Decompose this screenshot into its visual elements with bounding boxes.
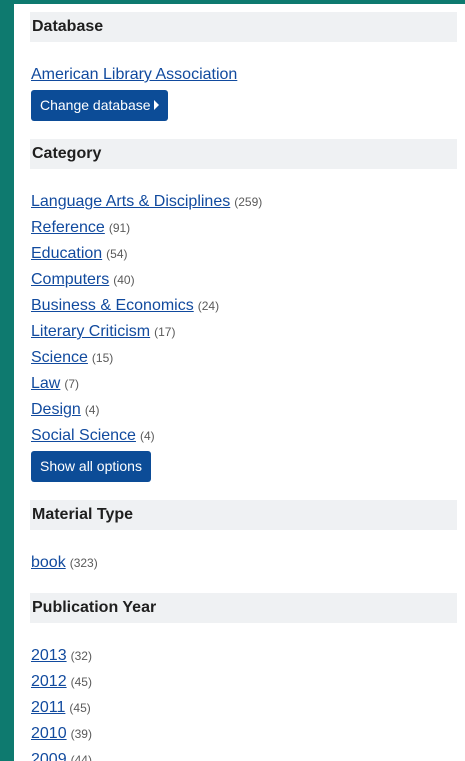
- category-count: (4): [139, 429, 155, 443]
- category-item: Computers (40): [31, 267, 465, 293]
- category-count: (24): [197, 299, 220, 313]
- publication-year-item: 2010 (39): [31, 721, 465, 747]
- facet-panel: Database American Library Association Ch…: [0, 0, 465, 761]
- category-link[interactable]: Design: [31, 401, 81, 418]
- material-type-list: book (323): [31, 550, 465, 576]
- show-all-options-button[interactable]: Show all options: [31, 451, 151, 482]
- category-link[interactable]: Science: [31, 349, 88, 366]
- material-type-count: (323): [69, 556, 98, 570]
- change-database-button[interactable]: Change database: [31, 90, 168, 121]
- publication-year-list: 2013 (32) 2012 (45) 2011 (45) 2010 (39) 2009…: [31, 643, 465, 761]
- publication-year-link[interactable]: 2011: [31, 699, 65, 716]
- category-count: (259): [234, 195, 263, 209]
- publication-year-link[interactable]: 2009: [31, 751, 67, 761]
- category-count: (54): [106, 247, 128, 261]
- publication-year-count: (45): [70, 675, 92, 689]
- category-count: (91): [108, 221, 131, 235]
- publication-year-heading: Publication Year: [30, 593, 457, 623]
- category-item: Social Science (4): [31, 423, 465, 449]
- category-item: Law (7): [31, 371, 465, 397]
- material-type-item: book (323): [31, 550, 465, 576]
- material-type-heading: Material Type: [30, 500, 457, 530]
- category-link[interactable]: Law: [31, 375, 60, 392]
- category-item: Literary Criticism (17): [31, 319, 465, 345]
- database-link[interactable]: American Library Association: [31, 66, 237, 83]
- category-link[interactable]: Literary Criticism: [31, 323, 150, 340]
- publication-year-link[interactable]: 2010: [31, 725, 67, 742]
- category-count: (4): [84, 403, 100, 417]
- category-link[interactable]: Business & Economics: [31, 297, 194, 314]
- category-item: Language Arts & Disciplines (259): [31, 189, 465, 215]
- category-link[interactable]: Education: [31, 245, 102, 262]
- material-type-link[interactable]: book: [31, 554, 66, 571]
- category-count: (7): [64, 377, 80, 391]
- category-count: (15): [91, 351, 114, 365]
- category-item: Business & Economics (24): [31, 293, 465, 319]
- publication-year-item: 2012 (45): [31, 669, 465, 695]
- publication-year-link[interactable]: 2013: [31, 647, 67, 664]
- category-item: Design (4): [31, 397, 465, 423]
- category-item: Science (15): [31, 345, 465, 371]
- category-link[interactable]: Social Science: [31, 427, 136, 444]
- caret-right-icon: [153, 100, 159, 110]
- category-item: Education (54): [31, 241, 465, 267]
- category-count: (17): [154, 325, 176, 339]
- publication-year-item: 2013 (32): [31, 643, 465, 669]
- publication-year-count: (32): [70, 649, 92, 663]
- category-link[interactable]: Computers: [31, 271, 109, 288]
- database-heading: Database: [30, 12, 457, 42]
- database-link-row: American Library Association: [31, 62, 465, 88]
- category-link[interactable]: Reference: [31, 219, 105, 236]
- publication-year-item: 2011 (45): [31, 695, 465, 721]
- publication-year-count: (45): [69, 701, 91, 715]
- category-item: Reference (91): [31, 215, 465, 241]
- publication-year-count: (44): [70, 753, 92, 761]
- publication-year-count: (39): [70, 727, 92, 741]
- category-heading: Category: [30, 139, 457, 169]
- publication-year-item: 2009 (44): [31, 747, 465, 761]
- change-database-label: Change database: [40, 97, 151, 113]
- category-count: (40): [113, 273, 135, 287]
- category-list: Language Arts & Disciplines (259) Referen…: [31, 189, 465, 482]
- publication-year-link[interactable]: 2012: [31, 673, 67, 690]
- category-link[interactable]: Language Arts & Disciplines: [31, 193, 230, 210]
